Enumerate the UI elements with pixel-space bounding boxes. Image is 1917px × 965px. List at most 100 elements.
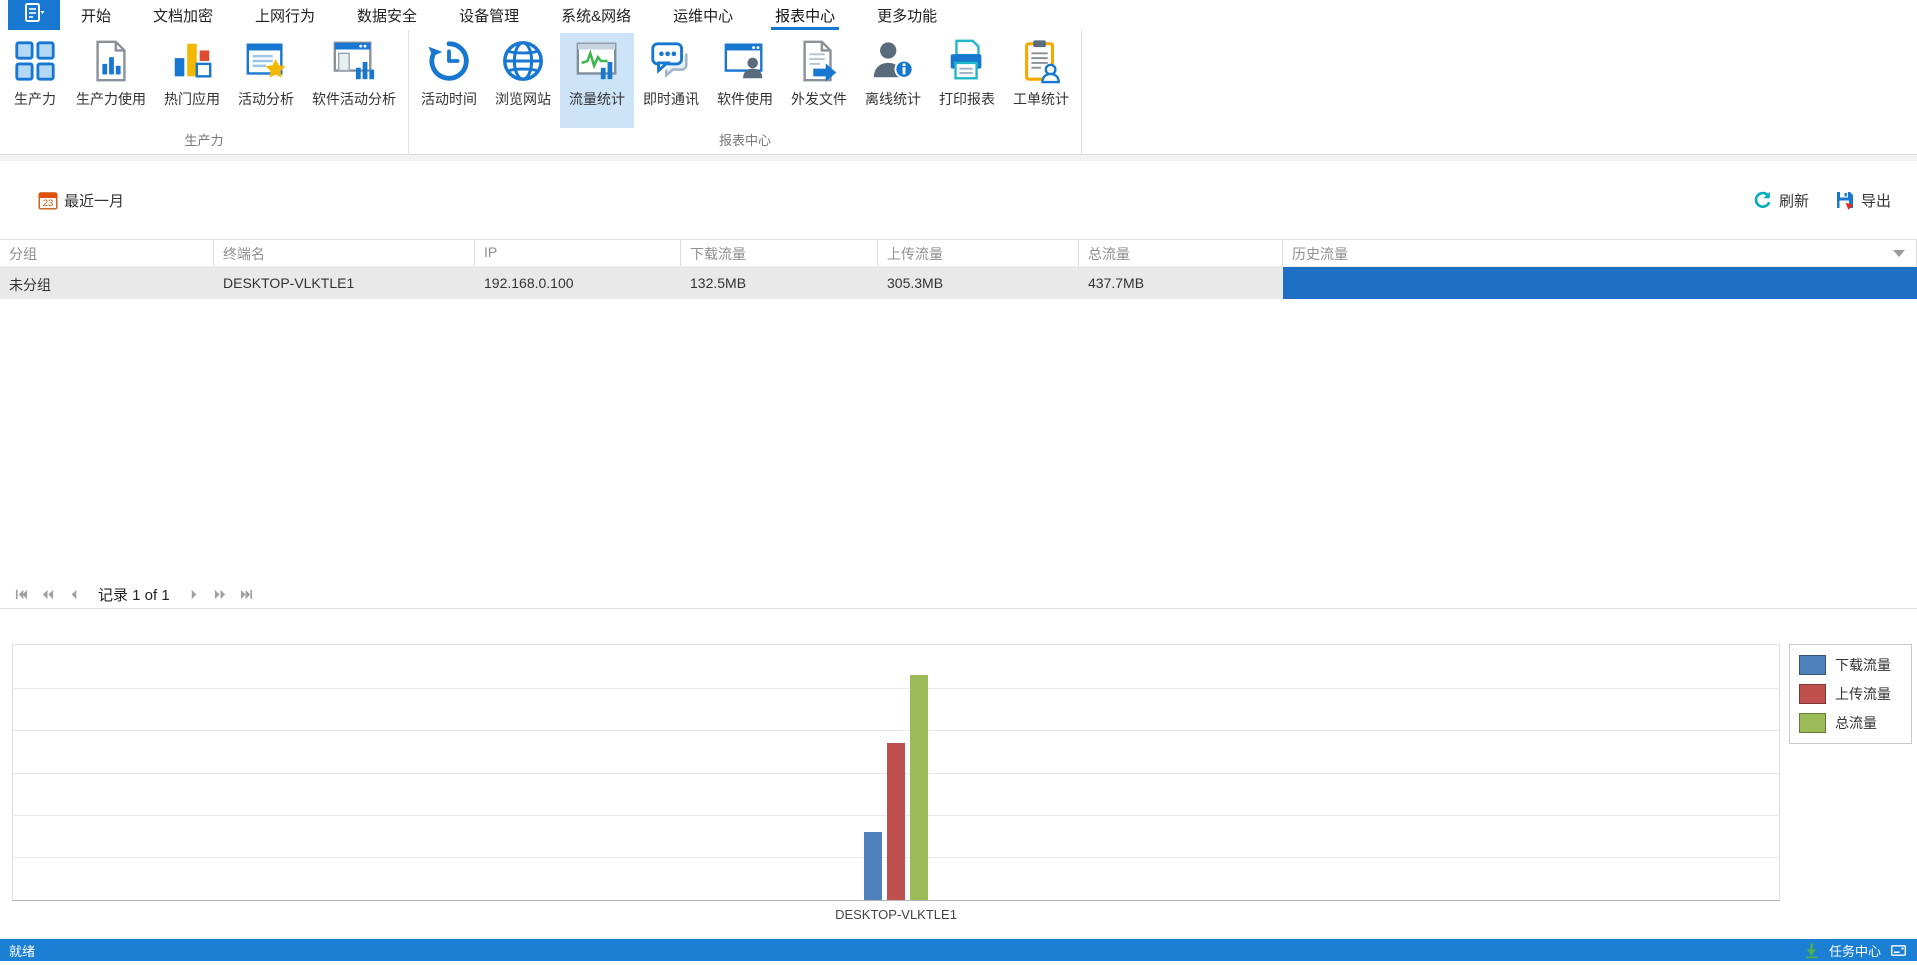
column-header-download[interactable]: 下载流量: [681, 240, 878, 266]
status-bar: 就绪 任务中心: [0, 939, 1917, 961]
column-header-history[interactable]: 历史流量: [1283, 240, 1917, 266]
export-label: 导出: [1860, 192, 1891, 210]
column-menu-arrow-icon[interactable]: [1893, 250, 1905, 257]
table-body: 未分组 DESKTOP-VLKTLE1 192.168.0.100 132.5MB 30…: [0, 267, 1917, 299]
doc-bar-chart-icon: [88, 38, 134, 84]
traffic-table: 分组 终端名 IP 下载流量 上传流量 总流量 历史流量 未分组 DESKTOP-VLKTLE…: [0, 239, 1917, 581]
ribbon-tab-bar: 开始 文档加密 上网行为 数据安全 设备管理 系统&网络 运维中心 报表中心 更多功能: [0, 0, 1917, 30]
pager-last-icon[interactable]: [236, 585, 258, 605]
column-header-upload[interactable]: 上传流量: [878, 240, 1079, 266]
tab-system-network[interactable]: 系统&网络: [540, 0, 652, 30]
task-center-button[interactable]: 任务中心: [1829, 941, 1881, 960]
window-bar-chart-icon: [331, 38, 377, 84]
ribbon-button-work-order-stats[interactable]: 工单统计: [1004, 33, 1078, 128]
legend-label: 上传流量: [1835, 686, 1891, 702]
chart-bar-group: [864, 675, 928, 900]
cell-history: [1283, 267, 1917, 299]
top-apps-chart-icon: [169, 38, 215, 84]
outgoing-file-icon: [796, 38, 842, 84]
tab-ops-center[interactable]: 运维中心: [652, 0, 754, 30]
legend-swatch-icon: [1799, 713, 1826, 733]
ribbon-button-label: 流量统计: [569, 91, 625, 107]
export-button[interactable]: 导出: [1835, 190, 1891, 211]
history-traffic-bar: [1283, 267, 1917, 299]
cell-ip: 192.168.0.100: [484, 275, 574, 291]
legend-swatch-icon: [1799, 655, 1826, 675]
column-header-group[interactable]: 分组: [0, 240, 214, 266]
ribbon-group-label: 报表中心: [718, 133, 771, 148]
traffic-stats-icon: [574, 38, 620, 84]
table-header-row: 分组 终端名 IP 下载流量 上传流量 总流量 历史流量: [0, 240, 1917, 267]
ribbon-button-print-report[interactable]: 打印报表: [930, 33, 1004, 128]
ribbon-button-top-apps[interactable]: 热门应用: [155, 33, 229, 128]
app-menu-button[interactable]: [8, 0, 60, 30]
date-range-filter[interactable]: 23 最近一月: [38, 190, 124, 211]
ribbon-button-activity-analysis[interactable]: 活动分析: [229, 33, 303, 128]
app-menu-icon: [22, 1, 46, 30]
chart-category-label: DESKTOP-VLKTLE1: [835, 907, 957, 922]
pager-first-icon[interactable]: [10, 585, 32, 605]
ribbon-button-activity-time[interactable]: 活动时间: [412, 33, 486, 128]
cell-download: 132.5MB: [690, 275, 747, 291]
pager-prev-icon[interactable]: [62, 585, 84, 605]
printer-icon: [944, 38, 990, 84]
console-monitor-icon[interactable]: [1890, 942, 1907, 959]
ribbon-button-instant-messaging[interactable]: 即时通讯: [634, 33, 708, 128]
pager-next-icon[interactable]: [184, 585, 206, 605]
cell-upload: 305.3MB: [887, 275, 944, 291]
tab-report-center[interactable]: 报表中心: [754, 0, 856, 30]
legend-swatch-icon: [1799, 684, 1826, 704]
ribbon-button-label: 热门应用: [164, 91, 220, 107]
refresh-label: 刷新: [1778, 192, 1809, 210]
pager-next-group-icon[interactable]: [210, 585, 232, 605]
ribbon-group-1: 活动时间 浏览网站 流量统计 即时通讯 软件使用 外发文件 离线统计 打印报表 工单统计报表中心: [409, 30, 1082, 154]
tab-doc-encryption[interactable]: 文档加密: [132, 0, 234, 30]
ribbon-group-label: 生产力: [184, 133, 224, 148]
tab-strip: 开始 文档加密 上网行为 数据安全 设备管理 系统&网络 运维中心 报表中心 更多功能: [60, 0, 958, 30]
column-header-total[interactable]: 总流量: [1079, 240, 1283, 266]
ribbon-button-label: 软件使用: [717, 91, 773, 107]
ribbon-button-label: 工单统计: [1013, 91, 1069, 107]
ribbon-button-offline-stats[interactable]: 离线统计: [856, 33, 930, 128]
calendar-icon: 23: [38, 190, 58, 210]
ribbon-button-web-browsing[interactable]: 浏览网站: [486, 33, 560, 128]
legend-item: 上传流量: [1799, 684, 1902, 704]
tab-device-mgmt[interactable]: 设备管理: [438, 0, 540, 30]
legend-item: 下载流量: [1799, 655, 1902, 675]
download-arrow-icon: [1803, 942, 1820, 959]
bar-下载流量[interactable]: [864, 832, 882, 900]
ribbon-button-software-activity-analysis[interactable]: 软件活动分析: [303, 33, 405, 128]
tab-data-security[interactable]: 数据安全: [336, 0, 438, 30]
ribbon-button-outgoing-files[interactable]: 外发文件: [782, 33, 856, 128]
legend-item: 总流量: [1799, 713, 1902, 733]
ribbon-button-label: 即时通讯: [643, 91, 699, 107]
svg-text:23: 23: [43, 198, 54, 209]
table-row[interactable]: 未分组 DESKTOP-VLKTLE1 192.168.0.100 132.5MB 30…: [0, 267, 1917, 299]
ribbon-button-label: 生产力使用: [76, 91, 146, 107]
refresh-button[interactable]: 刷新: [1753, 190, 1809, 211]
column-header-ip[interactable]: IP: [475, 240, 681, 266]
pager-prev-group-icon[interactable]: [36, 585, 58, 605]
tab-start[interactable]: 开始: [60, 0, 132, 30]
bar-总流量[interactable]: [910, 675, 928, 900]
pager-record-label: 记录 1 of 1: [98, 587, 170, 604]
offline-user-icon: [870, 38, 916, 84]
bar-上传流量[interactable]: [887, 743, 905, 900]
cell-terminal: DESKTOP-VLKTLE1: [223, 275, 355, 291]
traffic-bar-chart: DESKTOP-VLKTLE1 下载流量上传流量总流量: [0, 609, 1917, 939]
ribbon-button-label: 活动分析: [238, 91, 294, 107]
globe-icon: [500, 38, 546, 84]
export-icon: [1835, 190, 1855, 210]
history-clock-icon: [426, 38, 472, 84]
ribbon-button-productivity-usage[interactable]: 生产力使用: [67, 33, 155, 128]
window-user-icon: [722, 38, 768, 84]
ribbon-button-software-usage[interactable]: 软件使用: [708, 33, 782, 128]
column-header-terminal[interactable]: 终端名: [214, 240, 475, 266]
date-range-label: 最近一月: [64, 192, 125, 210]
ribbon-button-traffic-stats[interactable]: 流量统计: [560, 33, 634, 128]
tab-more-features[interactable]: 更多功能: [856, 0, 958, 30]
ribbon-group-0: 生产力 生产力使用 热门应用 活动分析 软件活动分析 生产力: [0, 30, 409, 154]
ribbon-button-productivity[interactable]: 生产力: [3, 33, 67, 128]
tab-web-behavior[interactable]: 上网行为: [234, 0, 336, 30]
productivity-grid-icon: [12, 38, 58, 84]
